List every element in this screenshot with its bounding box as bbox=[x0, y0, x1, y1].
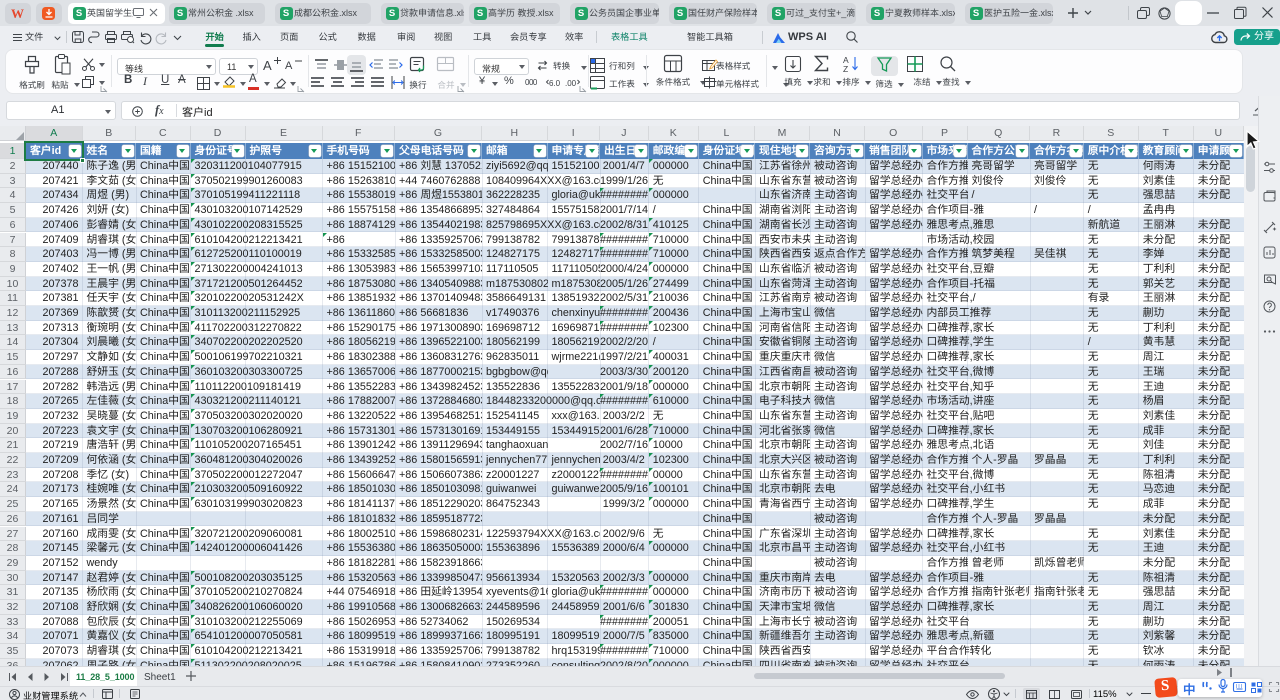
svg-text:6.0: 6.0 bbox=[549, 79, 561, 88]
svg-text:Z: Z bbox=[843, 64, 848, 74]
svg-text:.00: .00 bbox=[565, 79, 577, 88]
